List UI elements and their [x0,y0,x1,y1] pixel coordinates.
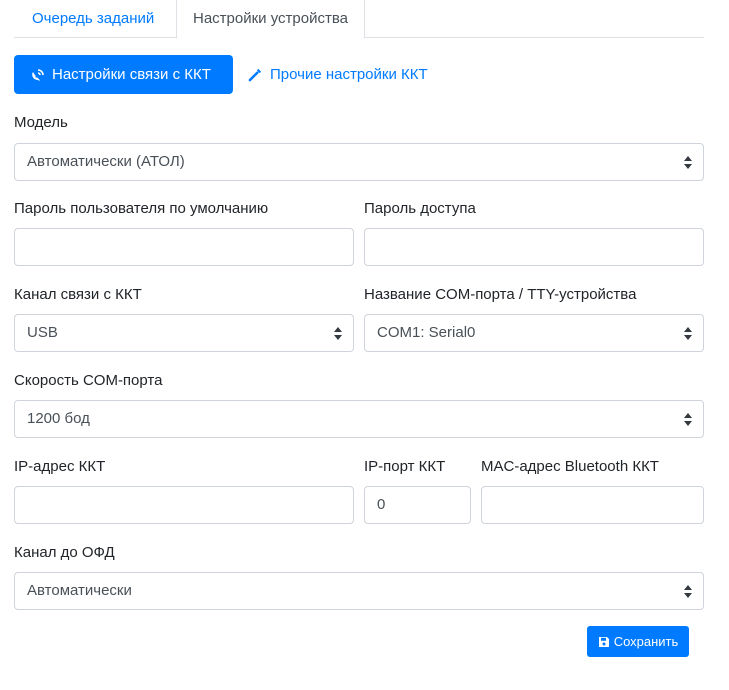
mac-address-field[interactable] [481,486,704,524]
floppy-disk-icon [598,636,610,648]
com-port-name-select[interactable]: COM1: Serial0 [364,314,704,352]
tab-device-settings[interactable]: Настройки устройства [176,0,365,39]
ip-address-label: IP-адрес ККТ [14,458,106,475]
other-settings-link[interactable]: Прочие настройки ККТ [248,55,428,94]
model-value: Автоматически (АТОЛ) [27,153,185,170]
access-password-field[interactable] [364,228,704,266]
default-password-field[interactable] [14,228,354,266]
ip-port-label: IP-порт ККТ [364,458,446,475]
channel-label: Канал связи с ККТ [14,286,142,303]
ip-port-field[interactable]: 0 [364,486,471,524]
com-port-name-value: COM1: Serial0 [377,324,476,341]
connection-settings-label: Настройки связи с ККТ [52,66,211,83]
com-port-name-label: Название COM-порта / TTY-устройства [364,286,637,303]
other-settings-label: Прочие настройки ККТ [270,66,428,83]
select-arrows-icon [684,327,692,340]
com-speed-value: 1200 бод [27,410,90,427]
save-label: Сохранить [613,634,679,649]
magic-wand-icon [248,67,263,82]
com-speed-select[interactable]: 1200 бод [14,400,704,438]
save-button[interactable]: Сохранить [587,626,689,657]
select-arrows-icon [684,413,692,426]
ofd-channel-value: Автоматически [27,582,132,599]
model-select[interactable]: Автоматически (АТОЛ) [14,143,704,181]
model-label: Модель [14,114,68,131]
connection-settings-button[interactable]: Настройки связи с ККТ [14,55,233,94]
select-arrows-icon [684,585,692,598]
tab-job-queue[interactable]: Очередь заданий [16,0,170,38]
satellite-dish-icon [30,67,46,83]
default-password-label: Пароль пользователя по умолчанию [14,200,269,217]
ofd-channel-select[interactable]: Автоматически [14,572,704,610]
com-speed-label: Скорость COM-порта [14,372,163,389]
select-arrows-icon [334,327,342,340]
select-arrows-icon [684,156,692,169]
ip-address-field[interactable] [14,486,354,524]
access-password-label: Пароль доступа [364,200,476,217]
channel-select[interactable]: USB [14,314,354,352]
tab-bar: Очередь заданий Настройки устройства [14,0,704,39]
ofd-channel-label: Канал до ОФД [14,544,115,561]
channel-value: USB [27,324,58,341]
mac-address-label: MAC-адрес Bluetooth ККТ [481,458,659,475]
